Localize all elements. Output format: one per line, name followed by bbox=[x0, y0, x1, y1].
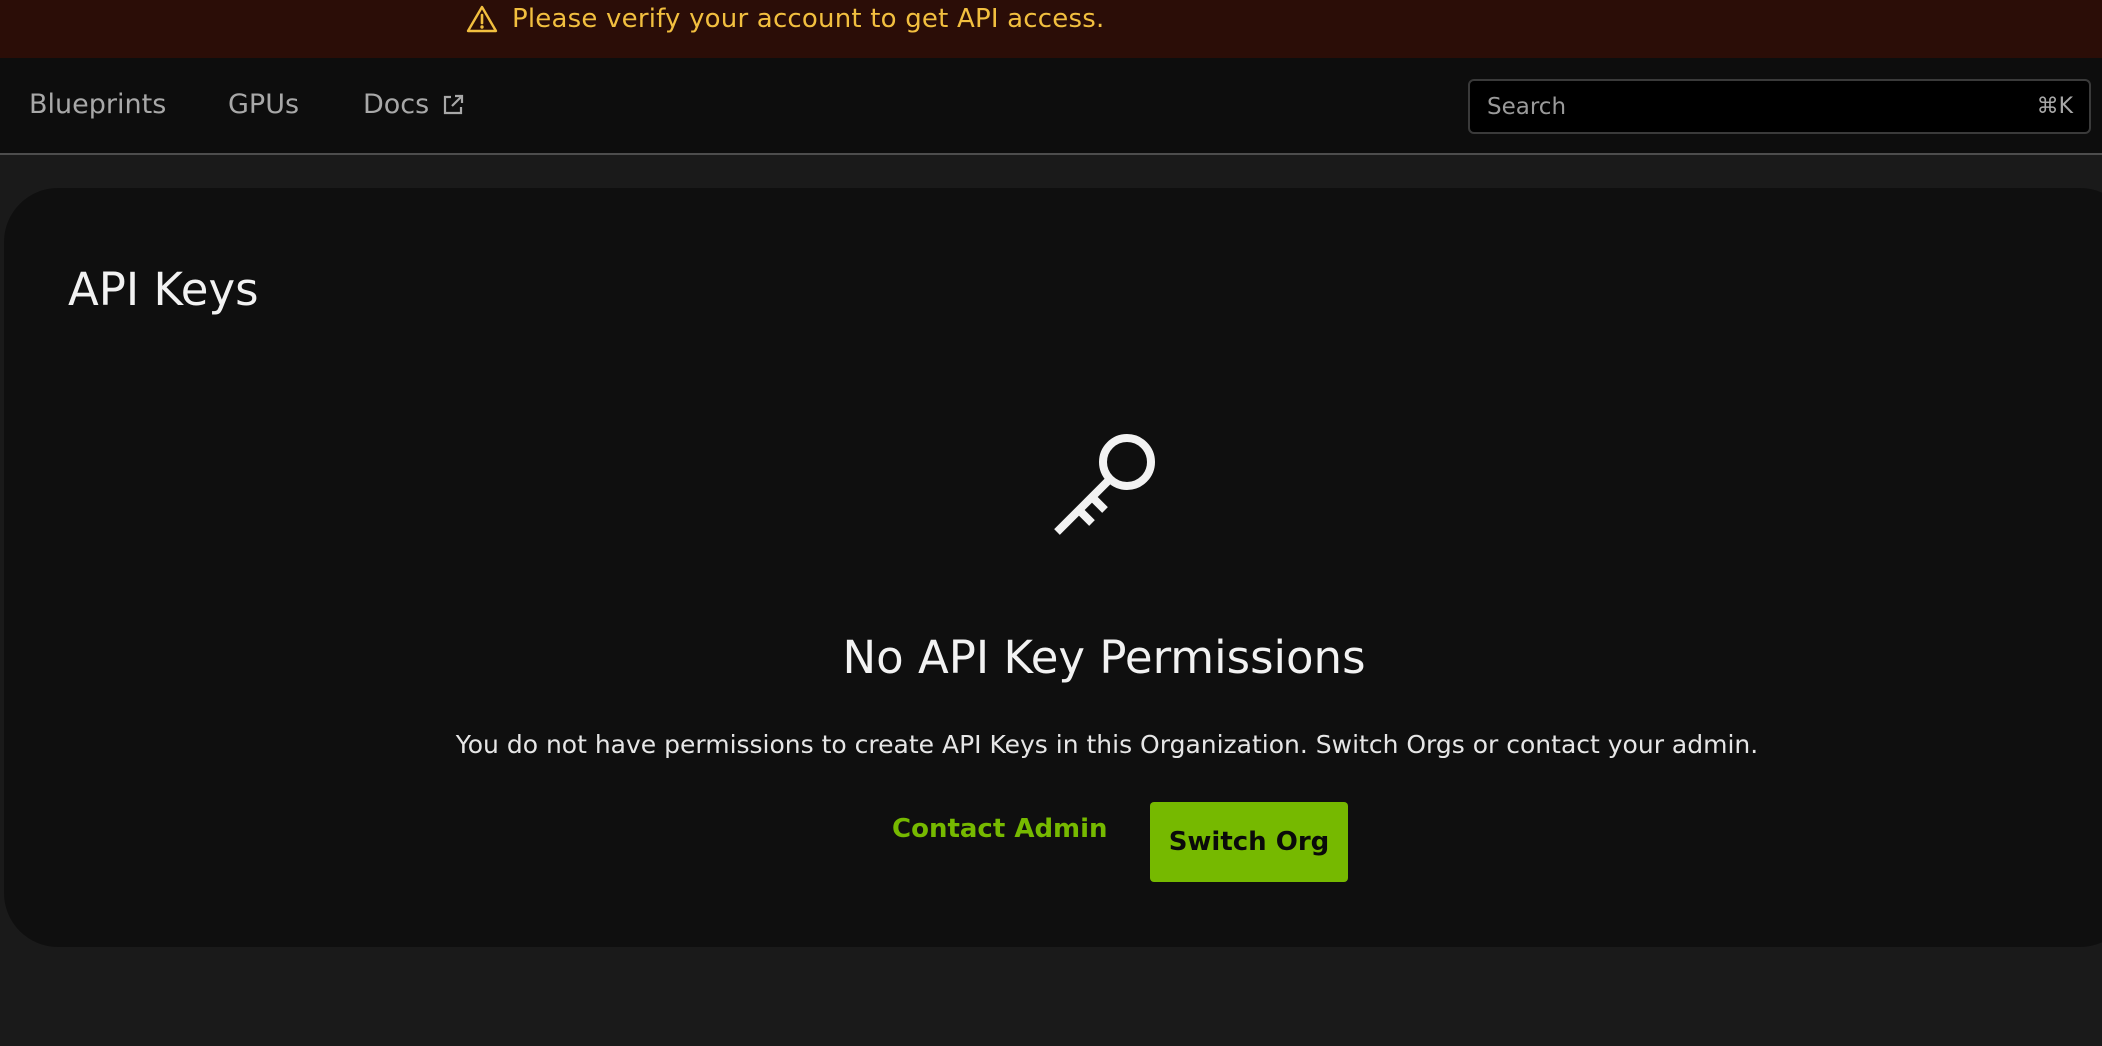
banner-content: Please verify your account to get API ac… bbox=[466, 0, 1104, 38]
search-shortcut-hint: ⌘K bbox=[2036, 94, 2073, 119]
top-navigation: Blueprints GPUs Docs ⌘K bbox=[0, 58, 2102, 155]
banner-message: Please verify your account to get API ac… bbox=[512, 4, 1105, 34]
switch-org-button[interactable]: Switch Org bbox=[1150, 802, 1348, 882]
verification-banner: Please verify your account to get API ac… bbox=[0, 0, 2102, 58]
nav-link-gpus[interactable]: GPUs bbox=[228, 88, 299, 122]
nav-link-label: GPUs bbox=[228, 89, 300, 120]
nav-link-docs[interactable]: Docs bbox=[363, 88, 465, 122]
empty-state-title: No API Key Permissions bbox=[842, 631, 1366, 684]
empty-state-description: You do not have permissions to create AP… bbox=[455, 730, 1759, 759]
nav-link-label: Docs bbox=[363, 89, 430, 120]
external-link-icon bbox=[444, 94, 464, 115]
contact-admin-button[interactable]: Contact Admin bbox=[892, 802, 1108, 856]
nav-link-blueprints[interactable]: Blueprints bbox=[29, 88, 166, 122]
api-keys-card: API Keys No API Key Permissions You do n… bbox=[4, 188, 2102, 947]
search-box[interactable]: ⌘K bbox=[1468, 79, 2091, 134]
nav-link-label: Blueprints bbox=[29, 89, 167, 120]
key-icon bbox=[1054, 434, 1155, 535]
warning-triangle-icon bbox=[466, 5, 498, 33]
empty-state: No API Key Permissions You do not have p… bbox=[4, 188, 2102, 947]
search-input[interactable] bbox=[1487, 93, 2037, 120]
